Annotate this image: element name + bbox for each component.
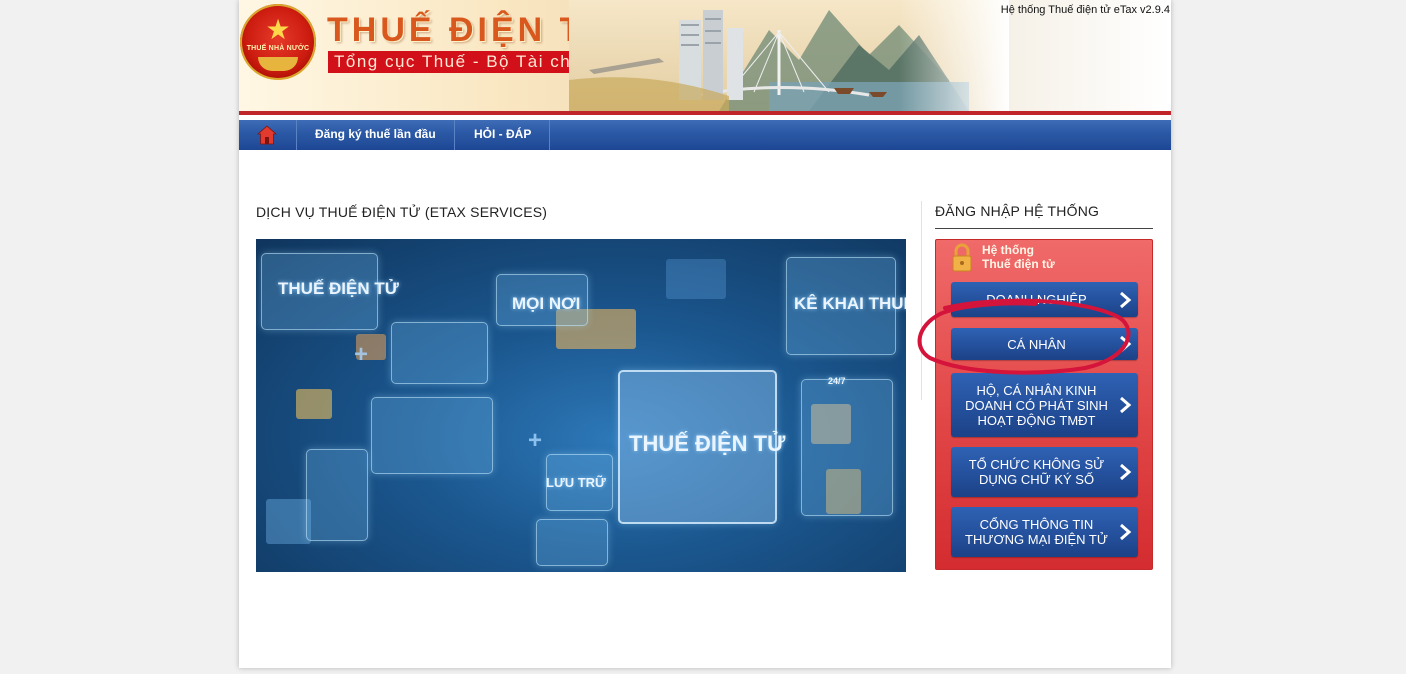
banner-glow [666, 259, 726, 299]
banner-text: 24/7 [828, 376, 846, 386]
header-divider [239, 111, 1171, 115]
brand-subtitle: Tổng cục Thuế - Bộ Tài chính [328, 51, 610, 73]
plus-icon: + [354, 341, 369, 368]
banner-tile [306, 449, 368, 541]
button-label: CỔNG THÔNG TIN THƯƠNG MẠI ĐIỆN TỬ [965, 517, 1108, 547]
version-text: Hệ thống Thuế điện tử eTax v2.9.4 [1000, 4, 1170, 16]
main-nav: Đăng ký thuế lần đầu HỎI - ĐÁP [239, 120, 1171, 150]
services-banner-image: THUẾ ĐIỆN TỬ MỌI NƠI KÊ KHAI THUẾ THUẾ Đ… [256, 239, 906, 572]
ecommerce-portal-button[interactable]: CỔNG THÔNG TIN THƯƠNG MẠI ĐIỆN TỬ [951, 507, 1138, 557]
system-label-line2: Thuế điện tử [982, 257, 1055, 271]
banner-text: LƯU TRỮ [546, 475, 606, 490]
nav-home-button[interactable] [239, 120, 297, 150]
login-business-button[interactable]: DOANH NGHIỆP [951, 282, 1138, 317]
login-title: ĐĂNG NHẬP HỆ THỐNG [935, 203, 1100, 219]
chevron-right-icon [1120, 523, 1132, 541]
lock-icon [952, 243, 972, 272]
banner-glow [296, 389, 332, 419]
button-label: TỔ CHỨC KHÔNG SỬ DỤNG CHỮ KÝ SỐ [968, 457, 1105, 487]
header-banner: ★ THUẾ NHÀ NƯỚC THUẾ ĐIỆN TỬ Tổng cục Th… [239, 0, 1171, 111]
gear-icon [258, 57, 298, 71]
login-box: Hệ thống Thuế điện tử DOANH NGHIỆP CÁ NH… [935, 239, 1153, 570]
banner-glow [266, 499, 311, 544]
services-title: DỊCH VỤ THUẾ ĐIỆN TỬ (ETAX SERVICES) [256, 204, 548, 220]
button-label: DOANH NGHIỆP [986, 292, 1087, 307]
chevron-right-icon [1120, 463, 1132, 481]
column-divider [921, 201, 922, 400]
banner-tile [536, 519, 608, 566]
star-icon: ★ [265, 14, 291, 45]
system-label: Hệ thống Thuế điện tử [982, 243, 1055, 271]
banner-tile [371, 397, 493, 474]
banner-text: THUẾ ĐIỆN TỬ [278, 279, 399, 298]
emblem-text: THUẾ NHÀ NƯỚC [246, 45, 310, 52]
nav-item-faq[interactable]: HỎI - ĐÁP [456, 120, 551, 150]
banner-text: MỌI NƠI [512, 294, 581, 313]
tax-emblem-logo: ★ THUẾ NHÀ NƯỚC [240, 4, 316, 80]
login-individual-button[interactable]: CÁ NHÂN [951, 328, 1138, 360]
button-label: CÁ NHÂN [1007, 336, 1066, 352]
login-organization-no-signature-button[interactable]: TỔ CHỨC KHÔNG SỬ DỤNG CHỮ KÝ SỐ [951, 447, 1138, 497]
login-household-ecommerce-button[interactable]: HỘ, CÁ NHÂN KINH DOANH CÓ PHÁT SINH HOẠT… [951, 373, 1138, 437]
button-label: HỘ, CÁ NHÂN KINH DOANH CÓ PHÁT SINH HOẠT… [965, 382, 1108, 428]
banner-tile [391, 322, 488, 384]
banner-text: KÊ KHAI THUẾ [794, 294, 906, 313]
banner-tile [801, 379, 893, 516]
scenery-illustration [569, 0, 1009, 111]
chevron-right-icon [1120, 335, 1132, 353]
chevron-right-icon [1120, 396, 1132, 414]
home-icon [257, 125, 277, 145]
login-title-underline [935, 228, 1153, 229]
page-container: ★ THUẾ NHÀ NƯỚC THUẾ ĐIỆN TỬ Tổng cục Th… [239, 0, 1171, 668]
nav-item-first-registration[interactable]: Đăng ký thuế lần đầu [297, 120, 455, 150]
chevron-right-icon [1120, 291, 1132, 308]
system-label-line1: Hệ thống [982, 243, 1034, 257]
banner-text: THUẾ ĐIỆN TỬ [629, 431, 786, 456]
plus-icon: + [528, 427, 543, 454]
